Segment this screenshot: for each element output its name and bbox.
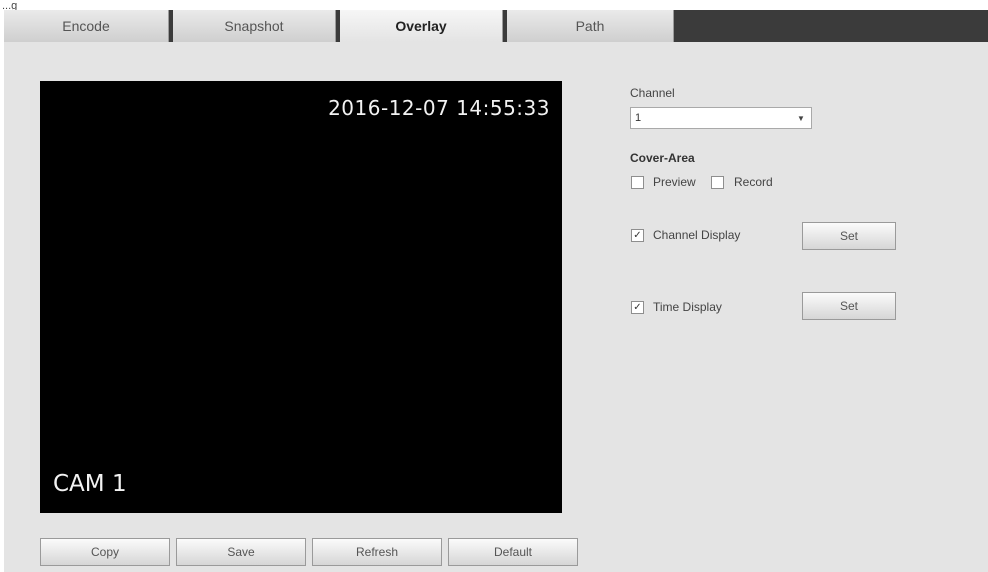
channel-display-set-button[interactable]: Set <box>802 222 896 250</box>
record-label: Record <box>734 175 773 189</box>
channel-select-value: 1 <box>635 112 642 124</box>
copy-button[interactable]: Copy <box>40 538 170 566</box>
video-preview: 2016-12-07 14:55:33 CAM 1 <box>40 81 562 513</box>
channel-label: Channel <box>630 86 675 100</box>
tab-path[interactable]: Path <box>507 10 674 42</box>
tab-overlay[interactable]: Overlay <box>340 10 503 42</box>
tab-bar: Encode Snapshot Overlay Path <box>4 10 988 42</box>
osd-timestamp[interactable]: 2016-12-07 14:55:33 <box>328 96 550 120</box>
time-display-checkbox[interactable]: ✓ <box>631 301 644 314</box>
channel-select[interactable]: 1 ▼ <box>630 107 812 129</box>
channel-display-checkbox[interactable]: ✓ <box>631 229 644 242</box>
time-display-label: Time Display <box>653 300 722 314</box>
preview-checkbox[interactable] <box>631 176 644 189</box>
channel-display-label: Channel Display <box>653 228 741 242</box>
tab-encode[interactable]: Encode <box>4 10 169 42</box>
record-checkbox[interactable] <box>711 176 724 189</box>
save-button[interactable]: Save <box>176 538 306 566</box>
time-display-set-button[interactable]: Set <box>802 292 896 320</box>
default-button[interactable]: Default <box>448 538 578 566</box>
refresh-button[interactable]: Refresh <box>312 538 442 566</box>
osd-channel-title[interactable]: CAM 1 <box>53 471 127 497</box>
preview-label: Preview <box>653 175 696 189</box>
cover-area-label: Cover-Area <box>630 151 695 165</box>
tab-snapshot[interactable]: Snapshot <box>173 10 336 42</box>
chevron-down-icon[interactable]: ▼ <box>793 110 809 126</box>
